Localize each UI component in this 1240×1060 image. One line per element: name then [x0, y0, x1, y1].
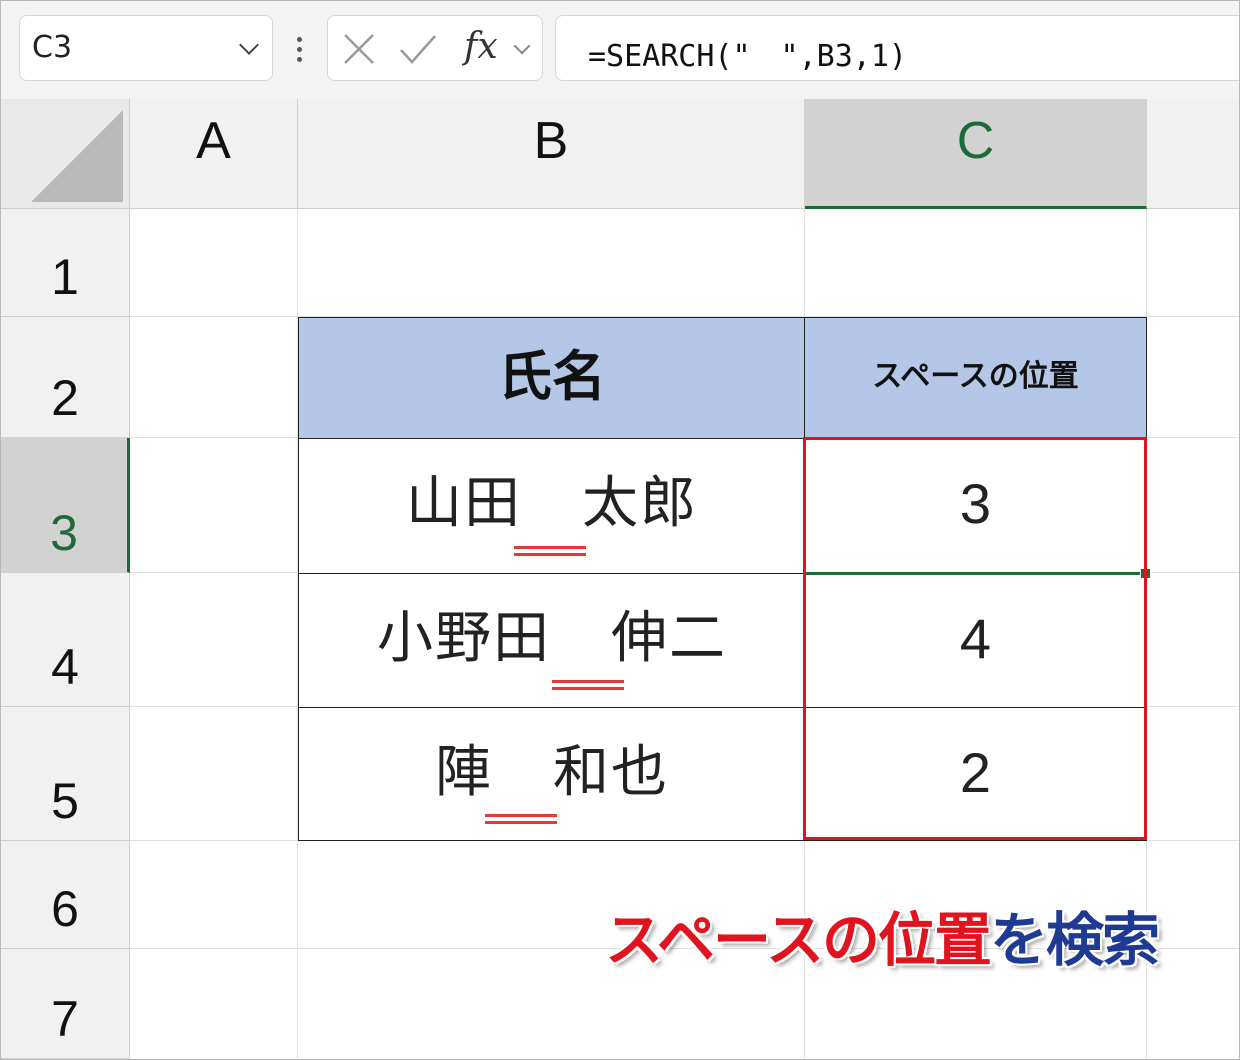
space-marker — [514, 546, 586, 556]
formula-input[interactable]: =SEARCH(" ",B3,1) — [555, 15, 1239, 81]
name-box[interactable]: C3 — [19, 15, 273, 81]
row-header-3[interactable]: 3 — [1, 438, 130, 573]
row-header-1[interactable]: 1 — [1, 209, 130, 317]
row-header-2[interactable]: 2 — [1, 317, 130, 438]
header-cell-position[interactable]: スペースの位置 — [804, 317, 1147, 439]
caption-rest: を検索 — [990, 906, 1160, 974]
row-header-6[interactable]: 6 — [1, 841, 130, 949]
column-header-a[interactable]: A — [130, 99, 298, 209]
name-family: 山田 — [406, 471, 522, 536]
row-header-4[interactable]: 4 — [1, 573, 130, 707]
column-header-d[interactable] — [1147, 99, 1239, 209]
space-marker — [552, 680, 624, 690]
spreadsheet-window: C3 fx =SEARCH(" ",B3,1) A B C 1 2 3 4 5 … — [0, 0, 1240, 1060]
enter-icon[interactable] — [398, 32, 438, 66]
row-header-5[interactable]: 5 — [1, 707, 130, 841]
formula-bar: C3 fx =SEARCH(" ",B3,1) — [1, 1, 1239, 99]
grip-icon[interactable] — [297, 37, 303, 65]
caption-highlight: スペースの位置 — [605, 906, 992, 974]
caption: スペースの位置を検索 — [605, 893, 1160, 977]
name-given: 太郎 — [582, 471, 698, 536]
column-header-c[interactable]: C — [805, 99, 1147, 209]
name-family: 小野田 — [377, 606, 551, 671]
column-header-b[interactable]: B — [298, 99, 805, 209]
header-cell-name[interactable]: 氏名 — [298, 317, 806, 439]
fx-icon[interactable]: fx — [464, 26, 498, 67]
row-header-7[interactable]: 7 — [1, 949, 130, 1059]
fx-chevron-icon[interactable] — [513, 37, 531, 55]
formula-controls: fx — [327, 15, 543, 81]
cancel-icon[interactable] — [342, 32, 376, 66]
result-highlight-box — [803, 437, 1147, 840]
name-given: 和也 — [553, 740, 669, 805]
space-marker — [485, 814, 557, 824]
name-given: 伸二 — [611, 606, 727, 671]
select-all-corner[interactable] — [1, 99, 130, 209]
formula-text: =SEARCH(" ",B3,1) — [588, 39, 907, 74]
name-box-value: C3 — [32, 30, 73, 65]
chevron-down-icon[interactable] — [239, 35, 259, 55]
name-family: 陣 — [435, 740, 493, 805]
